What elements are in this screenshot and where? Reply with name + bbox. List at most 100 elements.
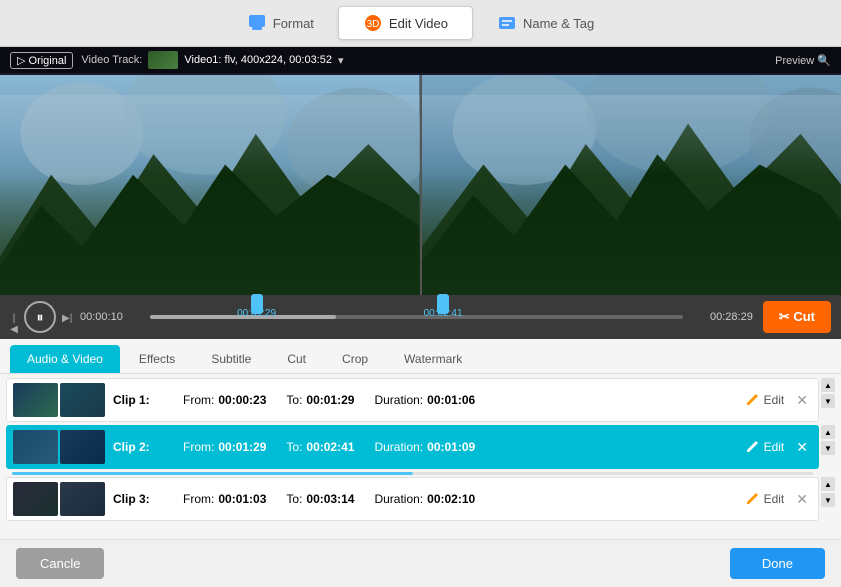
clip-3-thumb-2 [60,482,105,516]
tab-crop[interactable]: Crop [325,345,385,373]
tab-subtitle[interactable]: Subtitle [194,345,268,373]
handle-left-label: 00:01:29 [237,308,276,319]
clip-row-1-wrapper: Clip 1: From: 00:00:23 To: 00:01:29 Dura… [6,378,835,425]
clip-3-to: To: 00:03:14 [286,492,354,506]
tab-name-tag-label: Name & Tag [523,16,594,31]
timeline-slider[interactable]: 00:01:29 00:02:41 [150,302,683,332]
video-dropdown-arrow[interactable]: ▾ [338,54,344,67]
clip-3-scroll-arrows: ▲ ▼ [821,477,835,524]
clip-row-3[interactable]: Clip 3: From: 00:01:03 To: 00:03:14 Dura… [6,477,819,521]
video-area: ▷ Original Video Track: Video1: flv, 400… [0,47,841,295]
clip-1-duration: Duration: 00:01:06 [374,393,475,407]
clip-2-to-time: 00:02:41 [306,440,354,454]
cancel-button[interactable]: Cancle [16,548,104,579]
clip-3-close-button[interactable]: ✕ [792,489,812,510]
play-controls: |◀ ⏸ ▶| [10,301,70,333]
clip-1-thumbnails [13,383,105,417]
video-bar: ▷ Original Video Track: Video1: flv, 400… [0,47,841,73]
timeline-area: |◀ ⏸ ▶| 00:00:10 00:01:29 00:02:41 00:28… [0,295,841,339]
clip-row-1[interactable]: Clip 1: From: 00:00:23 To: 00:01:29 Dura… [6,378,819,422]
tab-cut[interactable]: Cut [270,345,323,373]
tab-name-tag[interactable]: Name & Tag [473,7,618,39]
clip-2-scroll-arrows: ▲ ▼ [821,425,835,477]
clip-1-thumb-1 [13,383,58,417]
edit-pencil-icon-2 [744,439,760,455]
svg-text:3D: 3D [367,19,380,30]
prev-frame-button[interactable]: |◀ [10,313,18,321]
clip-3-from-time: 00:01:03 [218,492,266,506]
clip-1-label: Clip 1: [113,393,163,407]
format-icon [247,13,267,33]
tab-edit-video[interactable]: 3D Edit Video [338,6,473,40]
clip-row-2-wrapper: Clip 2: From: 00:01:29 To: 00:02:41 Dura… [6,425,835,477]
clip-3-label: Clip 3: [113,492,163,506]
cut-button[interactable]: ✂ Cut [763,301,831,333]
clip-1-close-button[interactable]: ✕ [792,390,812,411]
name-tag-icon [497,13,517,33]
clip-row-2[interactable]: Clip 2: From: 00:01:29 To: 00:02:41 Dura… [6,425,819,469]
clip-3-scroll-down[interactable]: ▼ [821,493,835,507]
clip-3-scroll-up[interactable]: ▲ [821,477,835,491]
next-frame-button[interactable]: ▶| [62,313,70,321]
clip-3-info: Clip 3: From: 00:01:03 To: 00:03:14 Dura… [113,492,736,506]
video-bg-right [422,75,841,295]
pause-button[interactable]: ⏸ [24,301,56,333]
end-time-display: 00:28:29 [693,311,753,323]
handle-right-label: 00:02:41 [424,308,463,319]
clip-2-scroll-down[interactable]: ▼ [821,441,835,455]
clip-2-edit-button[interactable]: Edit [744,439,785,455]
clip-1-scroll-up[interactable]: ▲ [821,378,835,392]
video-scene-left [0,75,420,295]
video-info-text: Video1: flv, 400x224, 00:03:52 [184,54,332,66]
tab-edit-video-label: Edit Video [389,16,448,31]
clip-3-edit-button[interactable]: Edit [744,491,785,507]
clip-2-from: From: 00:01:29 [183,440,266,454]
clip-3-duration-time: 00:02:10 [427,492,475,506]
video-bg-left [0,75,420,295]
clip-3-thumb-1 [13,482,58,516]
top-tabs-bar: Format 3D Edit Video Name & Tag [0,0,841,47]
clip-1-from-time: 00:00:23 [218,393,266,407]
clips-area: Clip 1: From: 00:00:23 To: 00:01:29 Dura… [0,374,841,539]
clip-1-edit-button[interactable]: Edit [744,392,785,408]
clip-2-scroll-up[interactable]: ▲ [821,425,835,439]
video-track-label: Video Track: Video1: flv, 400x224, 00:03… [81,51,343,69]
edit-pencil-icon-3 [744,491,760,507]
clip-row-3-wrapper: Clip 3: From: 00:01:03 To: 00:03:14 Dura… [6,477,835,524]
clip-1-from: From: 00:00:23 [183,393,266,407]
clip-2-close-button[interactable]: ✕ [792,437,812,458]
clip-3-from: From: 00:01:03 [183,492,266,506]
video-panel-left [0,75,420,295]
tab-effects[interactable]: Effects [122,345,192,373]
preview-button[interactable]: Preview 🔍 [775,54,831,67]
clip-2-duration-time: 00:01:09 [427,440,475,454]
done-button[interactable]: Done [730,548,825,579]
tab-watermark[interactable]: Watermark [387,345,479,373]
clip-1-to: To: 00:01:29 [286,393,354,407]
video-scene-right [422,75,841,295]
current-time-display: 00:00:10 [80,311,140,323]
edit-tabs-bar: Audio & Video Effects Subtitle Cut Crop … [0,339,841,374]
edit-pencil-icon [744,392,760,408]
clip-1-to-time: 00:01:29 [306,393,354,407]
clip-2-info: Clip 2: From: 00:01:29 To: 00:02:41 Dura… [113,440,736,454]
clip-2-container: Clip 2: From: 00:01:29 To: 00:02:41 Dura… [6,425,819,477]
clip-2-to: To: 00:02:41 [286,440,354,454]
edit-video-icon: 3D [363,13,383,33]
clip-3-to-time: 00:03:14 [306,492,354,506]
clip-1-scroll-arrows: ▲ ▼ [821,378,835,425]
clip-2-duration: Duration: 00:01:09 [374,440,475,454]
video-panel-right [422,75,841,295]
clip-1-scroll-down[interactable]: ▼ [821,394,835,408]
clip-2-thumb-1 [13,430,58,464]
clip-3-thumbnails [13,482,105,516]
timeline-track [150,315,683,319]
tab-audio-video[interactable]: Audio & Video [10,345,120,373]
tab-format[interactable]: Format [223,7,338,39]
clip-2-label: Clip 2: [113,440,163,454]
video-panels [0,75,841,295]
clip-2-thumb-2 [60,430,105,464]
clip-3-duration: Duration: 00:02:10 [374,492,475,506]
clip-2-thumbnails [13,430,105,464]
clip-1-thumb-2 [60,383,105,417]
